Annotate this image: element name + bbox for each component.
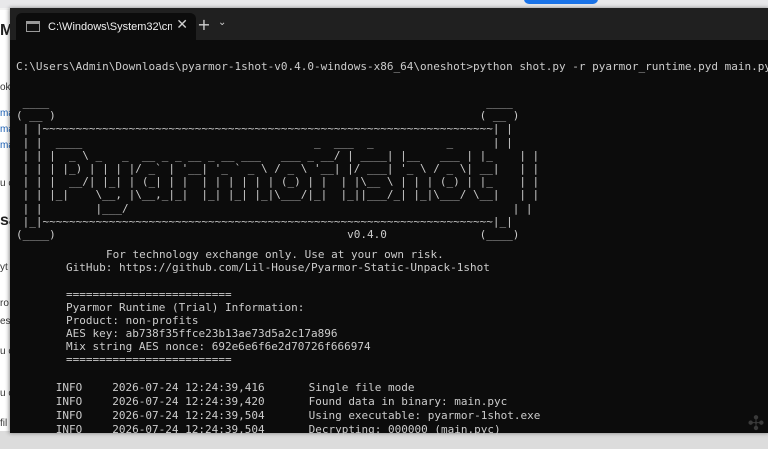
background-link[interactable]: ma <box>0 124 10 135</box>
product-line: Product: non-profits <box>66 314 199 327</box>
background-text: yt <box>0 262 8 273</box>
background-text: ok <box>0 82 10 93</box>
github-link: GitHub: https://github.com/Lil-House/Pya… <box>66 261 490 274</box>
log-line: INFO 2026-07-24 12:24:39,420 Found data in… <box>16 382 768 408</box>
terminal-window[interactable]: C:\Windows\System32\cmd.e ✕ + ⌄ C:\Users… <box>10 8 768 436</box>
ascii-banner: ____ ____ ( __ ) ( __ ) | |~~~~~~~~~~~~~… <box>16 96 540 242</box>
new-tab-button[interactable]: + <box>196 15 212 34</box>
background-text: u c <box>0 178 10 189</box>
nonce-line: Mix string AES nonce: 692e6e6f6e2d70726f… <box>66 340 371 353</box>
cmd-icon <box>26 21 40 32</box>
background-link[interactable]: ma <box>0 108 10 119</box>
log-line: INFO 2026-07-24 12:24:39,504 Decrypting: 0… <box>16 410 768 436</box>
background-text: es <box>0 316 10 327</box>
background-text: M <box>0 22 10 39</box>
command-line: C:\Users\Admin\Downloads\pyarmor-1shot-v… <box>16 60 768 73</box>
background-topbar <box>0 0 768 8</box>
log-time: 2026-07-24 12:24:39,504 <box>112 423 265 436</box>
log-message: Decrypting: 000000 (main.pyc) <box>308 423 501 436</box>
watermark-icon: ✣ <box>747 411 765 435</box>
title-bar[interactable]: C:\Windows\System32\cmd.e ✕ + ⌄ <box>10 8 768 40</box>
aes-key-line: AES key: ab738f35ffce23b13ae73d5a2c17a89… <box>66 327 338 340</box>
background-link[interactable]: ma <box>0 140 10 151</box>
background-text: fil <box>0 418 8 429</box>
tab-title: C:\Windows\System32\cmd.e <box>48 20 172 33</box>
log-line: INFO 2026-07-24 12:24:39,504 Using executa… <box>16 396 768 422</box>
background-heading: sa <box>0 212 10 229</box>
background-text: u o <box>0 388 10 399</box>
background-text: u c <box>0 346 10 357</box>
log-level: INFO <box>55 423 83 436</box>
separator: ========================= <box>66 288 232 301</box>
chevron-down-icon[interactable]: ⌄ <box>218 17 226 28</box>
close-icon[interactable]: ✕ <box>176 17 188 33</box>
separator: ========================= <box>66 353 232 366</box>
background-button[interactable] <box>524 0 598 4</box>
notice-text: For technology exchange only. Use at you… <box>106 248 444 261</box>
background-text: ro <box>0 298 9 309</box>
log-line: INFO 2026-07-24 12:24:39,416 Single file m… <box>16 368 768 394</box>
runtime-title: Pyarmor Runtime (Trial) Information: <box>66 301 305 314</box>
terminal-tab[interactable]: C:\Windows\System32\cmd.e ✕ <box>16 13 196 40</box>
